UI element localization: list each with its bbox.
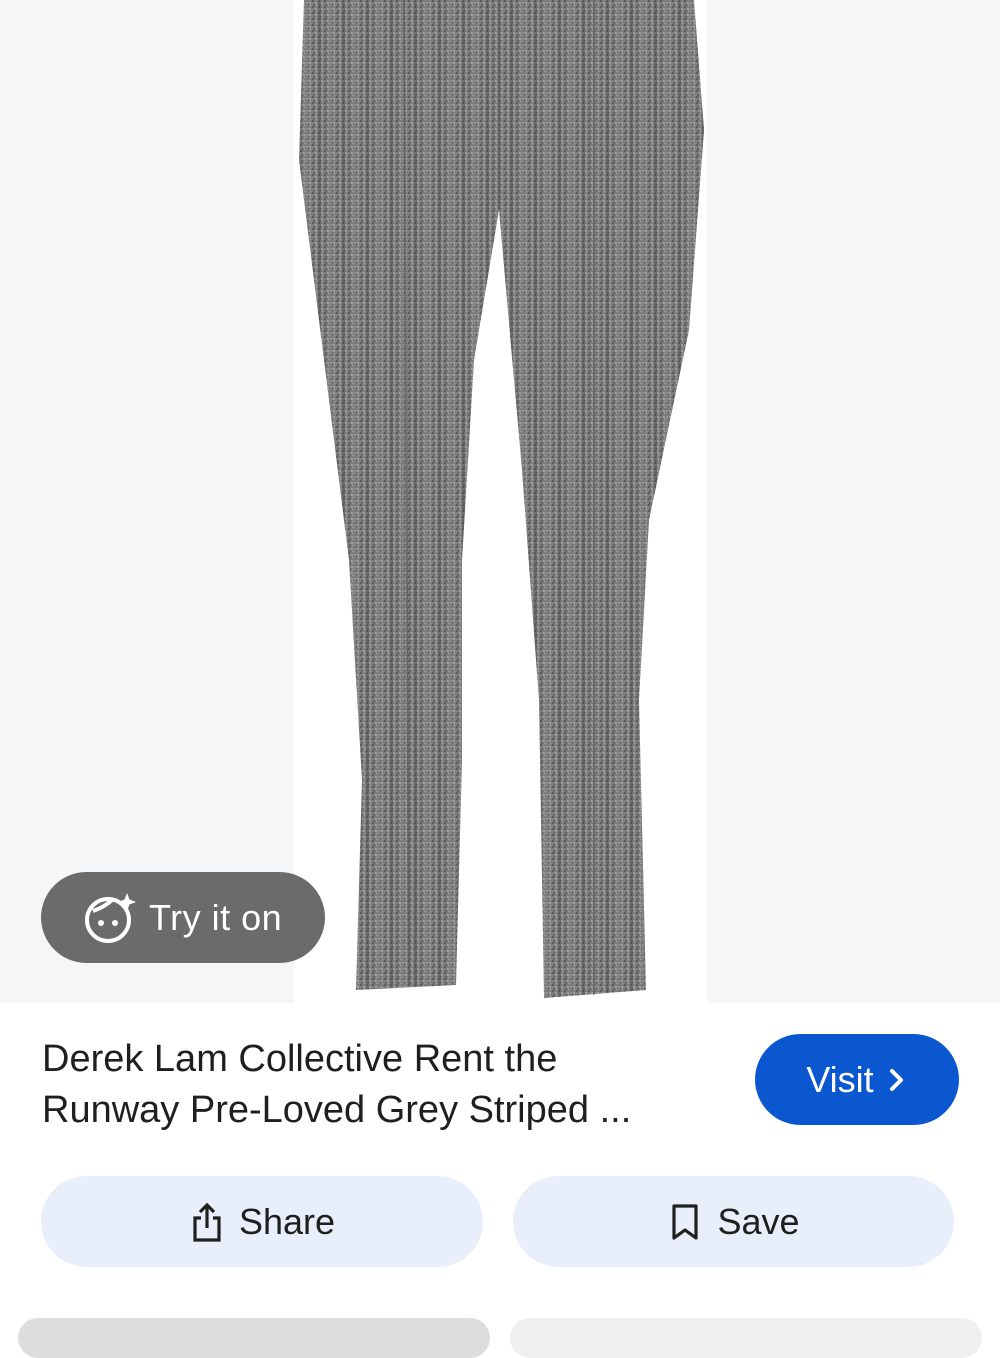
bookmark-icon [672,1203,699,1240]
save-button[interactable]: Save [513,1176,954,1267]
product-hero[interactable]: Try it on [0,0,1000,1003]
share-icon [193,1202,221,1242]
visit-label: Visit [806,1058,874,1100]
next-result-card[interactable] [18,1318,490,1358]
try-it-on-button[interactable]: Try it on [41,872,325,963]
save-label: Save [717,1200,800,1242]
chevron-right-icon [889,1068,903,1091]
face-sparkle-icon [85,892,136,943]
visit-button[interactable]: Visit [755,1034,959,1125]
try-it-on-label: Try it on [149,896,283,938]
product-title-line-1: Derek Lam Collective Rent the [42,1038,558,1080]
product-title-line-2: Runway Pre-Loved Grey Striped ... [42,1089,632,1131]
share-label: Share [238,1200,336,1242]
product-image[interactable] [294,0,707,1003]
product-title[interactable]: Derek Lam Collective Rent the Runway Pre… [42,1034,722,1136]
share-button[interactable]: Share [41,1176,483,1267]
next-result-card[interactable] [510,1318,982,1358]
